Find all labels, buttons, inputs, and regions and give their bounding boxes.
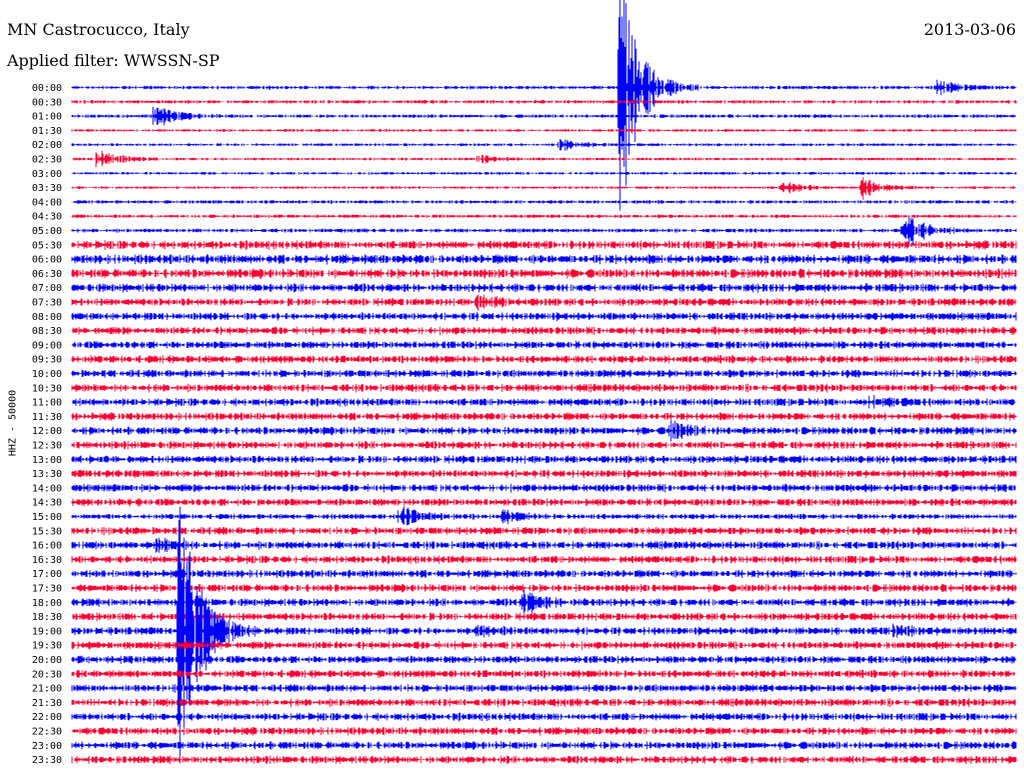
seismic-trace-0930 xyxy=(71,355,1017,364)
seismic-trace-2130 xyxy=(71,698,1017,708)
row-time-label: 14:00 xyxy=(32,483,62,494)
row-time-label: 17:30 xyxy=(32,584,62,595)
row-time-label: 11:00 xyxy=(32,398,62,409)
row-time-label: 15:00 xyxy=(32,512,62,523)
row-time-label: 14:30 xyxy=(32,498,62,509)
row-time-label: 19:30 xyxy=(32,641,62,652)
seismic-trace-1000 xyxy=(71,369,1017,378)
row-time-label: 20:00 xyxy=(32,655,62,666)
row-time-label: 02:00 xyxy=(32,140,62,151)
row-time-label: 10:30 xyxy=(32,383,62,394)
seismic-trace-1600 xyxy=(71,537,1017,553)
row-time-label: 03:30 xyxy=(32,183,62,194)
seismic-trace-2300 xyxy=(71,741,1017,750)
helicorder-plot: 00:00 00:30 01:00 01:30 02:00 02:30 03:00 03:30… xyxy=(32,0,1017,766)
row-time-label: 05:30 xyxy=(32,240,62,251)
row-time-label: 16:30 xyxy=(32,555,62,566)
row-time-label: 01:00 xyxy=(32,112,62,123)
row-time-label: 21:30 xyxy=(32,698,62,709)
row-time-label: 06:30 xyxy=(32,269,62,280)
seismic-trace-0330 xyxy=(71,177,1017,200)
row-time-label: 16:00 xyxy=(32,541,62,552)
row-time-label: 13:00 xyxy=(32,455,62,466)
row-time-label: 13:30 xyxy=(32,469,62,480)
seismic-trace-2200 xyxy=(71,712,1017,722)
row-time-label: 08:00 xyxy=(32,312,62,323)
seismic-trace-0630 xyxy=(71,268,1017,279)
row-time-label: 12:30 xyxy=(32,441,62,452)
row-time-label: 22:00 xyxy=(32,712,62,723)
seismic-trace-0830 xyxy=(71,326,1017,336)
seismic-trace-0530 xyxy=(71,240,1017,250)
row-time-label: 23:30 xyxy=(32,755,62,766)
row-time-label: 08:30 xyxy=(32,326,62,337)
row-time-label: 07:00 xyxy=(32,283,62,294)
seismic-trace-0230 xyxy=(71,150,1017,168)
row-time-label: 04:30 xyxy=(32,212,62,223)
seismic-trace-1300 xyxy=(71,455,1017,464)
row-time-label: 22:30 xyxy=(32,727,62,738)
seismic-trace-0730 xyxy=(71,294,1017,311)
row-time-label: 23:00 xyxy=(32,741,62,752)
row-time-label: 17:00 xyxy=(32,569,62,580)
seismic-trace-0130 xyxy=(71,129,1017,132)
row-time-label: 01:30 xyxy=(32,126,62,137)
seismic-trace-1130 xyxy=(71,412,1017,421)
seismic-trace-1630 xyxy=(71,555,1017,565)
seismic-trace-0100 xyxy=(71,106,1017,126)
row-time-label: 11:30 xyxy=(32,412,62,423)
seismic-trace-1200 xyxy=(71,420,1017,442)
seismic-trace-0500 xyxy=(71,217,1017,247)
seismic-trace-1100 xyxy=(71,395,1017,409)
row-time-label: 20:30 xyxy=(32,669,62,680)
row-time-label: 18:30 xyxy=(32,612,62,623)
seismic-trace-1500 xyxy=(71,506,1017,526)
row-time-label: 00:00 xyxy=(32,83,62,94)
seismic-trace-0600 xyxy=(71,254,1017,265)
seismic-trace-1030 xyxy=(71,383,1017,393)
seismic-trace-0030 xyxy=(71,100,1017,104)
row-time-label: 09:00 xyxy=(32,340,62,351)
seismic-trace-2000 xyxy=(71,655,1017,664)
seismic-trace-1700 xyxy=(71,569,1017,579)
seismic-trace-0700 xyxy=(71,283,1017,293)
seismic-trace-0430 xyxy=(71,214,1017,219)
row-time-label: 09:30 xyxy=(32,355,62,366)
row-time-label: 04:00 xyxy=(32,197,62,208)
row-time-label: 03:00 xyxy=(32,169,62,180)
seismic-trace-2030 xyxy=(71,669,1017,679)
seismic-trace-0300 xyxy=(71,171,1017,175)
seismic-trace-1530 xyxy=(71,526,1017,536)
row-time-label: 07:30 xyxy=(32,298,62,309)
row-time-label: 10:00 xyxy=(32,369,62,380)
seismic-trace-2230 xyxy=(71,727,1017,736)
seismic-trace-1400 xyxy=(71,483,1017,493)
seismic-trace-1430 xyxy=(71,498,1017,507)
seismic-trace-1330 xyxy=(71,469,1017,479)
seismic-trace-2100 xyxy=(71,684,1017,693)
seismic-trace-0000 xyxy=(71,0,1017,211)
row-time-label: 19:00 xyxy=(32,626,62,637)
row-time-label: 21:00 xyxy=(32,684,62,695)
seismic-trace-0800 xyxy=(71,312,1017,322)
row-time-label: 06:00 xyxy=(32,255,62,266)
row-time-label: 12:00 xyxy=(32,426,62,437)
row-time-label: 15:30 xyxy=(32,526,62,537)
row-time-label: 18:00 xyxy=(32,598,62,609)
seismic-trace-0400 xyxy=(71,200,1017,204)
seismic-trace-1730 xyxy=(71,583,1017,593)
seismic-trace-0900 xyxy=(71,340,1017,349)
seismic-trace-2330 xyxy=(71,755,1017,765)
row-time-label: 02:30 xyxy=(32,155,62,166)
row-time-label: 05:00 xyxy=(32,226,62,237)
seismic-trace-1230 xyxy=(71,440,1017,450)
seismic-trace-0200 xyxy=(71,139,1017,151)
row-time-label: 00:30 xyxy=(32,97,62,108)
